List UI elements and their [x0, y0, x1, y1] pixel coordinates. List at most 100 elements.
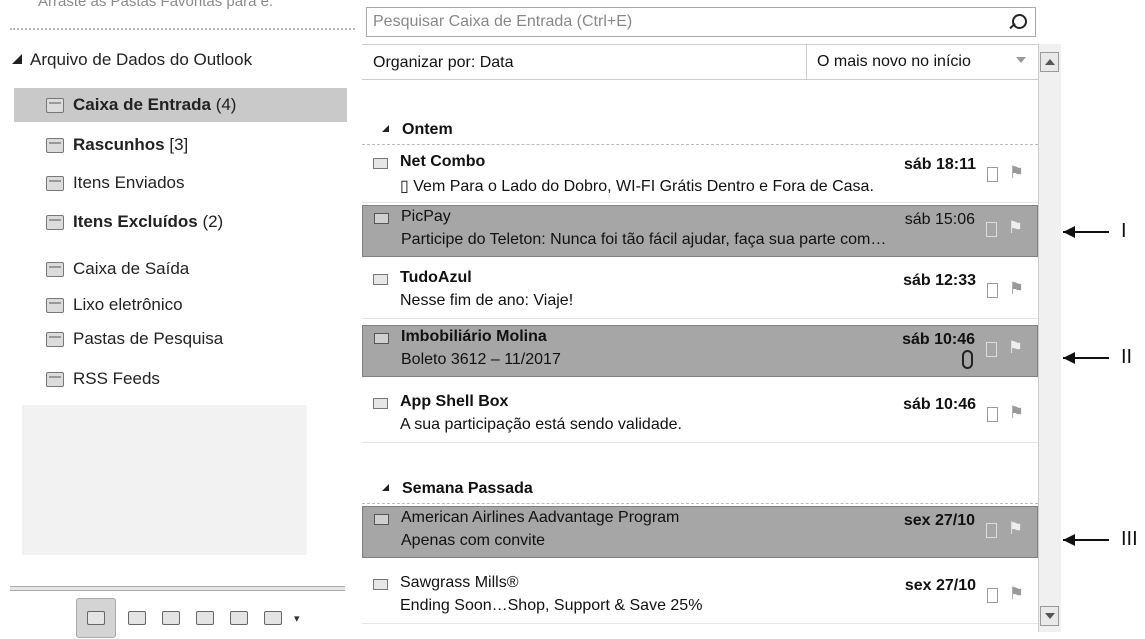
message-subject: A sua participação está sendo validade. — [400, 416, 682, 433]
arrange-by-button[interactable]: Organizar por: Data — [373, 54, 514, 72]
sort-order-button[interactable]: O mais novo no início — [806, 45, 971, 79]
message-sender: App Shell Box — [400, 393, 509, 410]
flag-icon[interactable]: ⚑ — [1009, 403, 1024, 423]
folder-drafts[interactable]: Rascunhos [3] — [14, 128, 347, 162]
inbox-folder-icon — [46, 97, 64, 113]
category-icon[interactable] — [986, 222, 997, 237]
flag-icon[interactable]: ⚑ — [1008, 338, 1023, 358]
data-file-label: Arquivo de Dados do Outlook — [30, 50, 253, 69]
envelope-icon — [373, 274, 388, 285]
annotation-label: I — [1121, 220, 1127, 242]
folder-search[interactable]: Pastas de Pesquisa — [14, 322, 347, 356]
message-time: sáb 15:06 — [904, 211, 975, 228]
message-subject: Boleto 3612 – 11/2017 — [401, 351, 561, 368]
chevron-down-icon[interactable] — [1016, 57, 1026, 63]
category-icon[interactable] — [987, 407, 998, 422]
folder-label: Rascunhos — [73, 135, 165, 154]
flag-icon[interactable]: ⚑ — [1008, 218, 1023, 238]
folder-label: Caixa de Saída — [73, 259, 190, 278]
notes-icon[interactable] — [226, 605, 252, 631]
configure-buttons-chevron-icon[interactable]: ▾ — [294, 612, 300, 625]
message-sender: Sawgrass Mills® — [400, 574, 519, 591]
collapse-triangle-icon[interactable] — [382, 484, 389, 491]
message-subject: Apenas com convite — [401, 532, 546, 549]
scroll-down-button[interactable] — [1040, 606, 1059, 626]
message-subject: Ending Soon…Shop, Support & Save 25% — [400, 597, 703, 614]
group-title: Ontem — [402, 121, 453, 138]
message-time: sáb 10:46 — [902, 331, 975, 348]
arrow-left-icon — [1063, 226, 1075, 238]
folder-deleted[interactable]: Itens Excluídos (2) — [14, 205, 347, 239]
collapse-triangle-icon[interactable] — [382, 125, 389, 132]
search-box[interactable]: Pesquisar Caixa de Entrada (Ctrl+E) — [366, 7, 1036, 37]
message-row[interactable]: App Shell Box sáb 10:46 A sua participaç… — [362, 391, 1038, 443]
outbox-folder-icon — [46, 261, 64, 277]
folder-junk[interactable]: Lixo eletrônico — [14, 288, 347, 322]
group-header[interactable]: Semana Passada — [362, 474, 1038, 504]
category-icon[interactable] — [987, 167, 998, 182]
arrow-left-icon — [1063, 352, 1075, 364]
folder-label: Itens Enviados — [73, 173, 185, 192]
folder-rss[interactable]: RSS Feeds — [14, 362, 347, 396]
group-header[interactable]: Ontem — [362, 115, 1038, 145]
pane-splitter[interactable] — [10, 586, 345, 591]
flag-icon[interactable]: ⚑ — [1009, 163, 1024, 183]
message-sender: PicPay — [401, 208, 451, 225]
folder-label: Itens Excluídos — [73, 212, 198, 231]
scrollbar[interactable] — [1038, 44, 1061, 632]
folder-icon[interactable] — [260, 605, 286, 631]
contacts-icon[interactable] — [158, 605, 184, 631]
folder-sent[interactable]: Itens Enviados — [14, 166, 347, 200]
message-time: sáb 18:11 — [903, 156, 976, 173]
message-row[interactable]: Imbobiliário Molina sáb 10:46 Boleto 361… — [362, 325, 1038, 377]
group-title: Semana Passada — [402, 480, 533, 497]
sent-folder-icon — [46, 175, 64, 191]
arrange-bar: Organizar por: Data O mais novo no iníci… — [362, 44, 1040, 80]
flag-icon[interactable]: ⚑ — [1009, 584, 1024, 604]
message-subject: Participe do Teleton: Nunca foi tão fáci… — [401, 231, 887, 248]
folder-count: [3] — [169, 135, 189, 154]
arrow-down-icon — [1044, 613, 1055, 619]
message-list-pane: Pesquisar Caixa de Entrada (Ctrl+E) Orga… — [362, 0, 1061, 639]
drafts-folder-icon — [46, 137, 64, 153]
folder-inbox[interactable]: Caixa de Entrada (4) — [14, 88, 347, 122]
collapse-triangle-icon[interactable] — [12, 54, 22, 64]
category-icon[interactable] — [987, 588, 998, 603]
folder-label: Caixa de Entrada — [73, 95, 211, 114]
message-row[interactable]: TudoAzul sáb 12:33 Nesse fim de ano: Via… — [362, 267, 1038, 319]
envelope-icon — [373, 158, 388, 169]
message-subject: Nesse fim de ano: Viaje! — [400, 292, 574, 309]
tasks-icon[interactable] — [192, 605, 218, 631]
message-time: sex 27/10 — [903, 512, 975, 529]
data-file-root[interactable]: Arquivo de Dados do Outlook — [10, 50, 252, 70]
envelope-icon — [373, 398, 388, 409]
folder-label: Lixo eletrônico — [73, 295, 183, 314]
envelope-icon — [374, 333, 389, 344]
scroll-up-button[interactable] — [1040, 52, 1059, 72]
message-row[interactable]: Net Combo sáb 18:11 ▯ Vem Para o Lado do… — [362, 151, 1038, 203]
flag-icon[interactable]: ⚑ — [1009, 279, 1024, 299]
message-sender: American Airlines Aadvantage Program — [401, 509, 680, 526]
message-time: sáb 10:46 — [903, 396, 976, 413]
message-row[interactable]: Sawgrass Mills® sex 27/10 Ending Soon…Sh… — [362, 572, 1038, 624]
annotation-label: II — [1121, 346, 1133, 368]
search-icon[interactable] — [1012, 14, 1027, 29]
arrow-up-icon — [1044, 59, 1055, 65]
message-subject: ▯ Vem Para o Lado do Dobro, WI-FI Grátis… — [400, 178, 874, 195]
folder-count: (2) — [202, 212, 224, 231]
category-icon[interactable] — [986, 523, 997, 538]
search-input[interactable]: Pesquisar Caixa de Entrada (Ctrl+E) — [373, 13, 632, 31]
arrow-left-icon — [1063, 534, 1075, 546]
mail-icon[interactable] — [76, 598, 116, 638]
message-row[interactable]: American Airlines Aadvantage Program sex… — [362, 506, 1038, 558]
replied-envelope-icon — [374, 213, 389, 224]
calendar-icon[interactable] — [124, 605, 150, 631]
favorites-hint: Arraste as Pastas Favoritas para e: — [10, 0, 355, 30]
folder-outbox[interactable]: Caixa de Saída — [14, 252, 347, 286]
flag-icon[interactable]: ⚑ — [1008, 519, 1023, 539]
category-icon[interactable] — [986, 342, 997, 357]
category-icon[interactable] — [987, 283, 998, 298]
message-row[interactable]: PicPay sáb 15:06 Participe do Teleton: N… — [362, 205, 1038, 257]
annotation-label: III — [1121, 528, 1138, 550]
rss-folder-icon — [46, 371, 64, 387]
